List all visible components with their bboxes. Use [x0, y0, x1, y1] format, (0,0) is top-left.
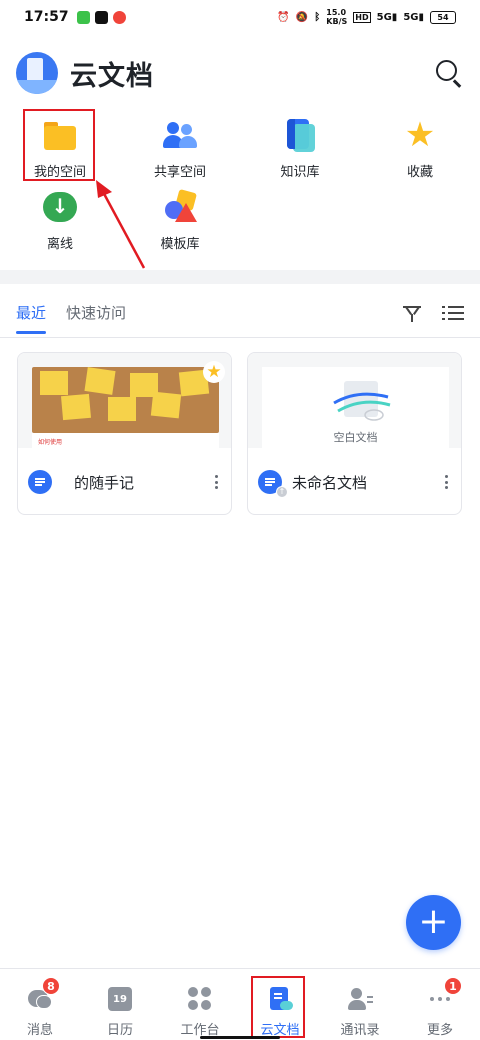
doc-type-icon — [28, 470, 52, 494]
upload-pending-icon: ↑ — [276, 486, 288, 498]
blank-doc-preview: 空白文档 — [262, 367, 449, 448]
card-footer: 的随手记 — [18, 448, 231, 514]
nav-label: 消息 — [26, 1023, 53, 1038]
nav-contacts[interactable]: 通讯录 — [320, 969, 400, 1040]
doc-card[interactable]: 空白文档 ↑ 未命名文档 — [247, 352, 462, 515]
nav-label: 日历 — [106, 1023, 133, 1038]
nav-messages[interactable]: 8 消息 — [0, 969, 80, 1040]
sticky-notes-image — [32, 367, 219, 433]
contacts-icon — [348, 987, 373, 1011]
tab-quick-access[interactable]: 快速访问 — [66, 296, 126, 330]
annotation-arrow — [96, 180, 146, 269]
tab-actions — [402, 303, 464, 323]
create-doc-button[interactable]: + — [406, 895, 461, 950]
tab-divider — [0, 337, 480, 338]
doc-thumbnail: 空白文档 — [248, 353, 461, 448]
annotation-nav-highlight — [251, 976, 305, 1038]
nav-calendar[interactable]: 19 日历 — [80, 969, 160, 1040]
doc-card[interactable]: 如何使用 ★ 的随手记 — [17, 352, 232, 515]
card-footer: ↑ 未命名文档 — [248, 448, 461, 514]
more-options-icon[interactable] — [439, 472, 453, 492]
tab-recent[interactable]: 最近 — [16, 296, 47, 334]
nav-more[interactable]: 1 更多 — [400, 969, 480, 1040]
favorite-star-icon: ★ — [203, 361, 225, 383]
more-options-icon[interactable] — [209, 472, 223, 492]
doc-thumbnail: 如何使用 ★ — [18, 353, 231, 448]
list-view-icon[interactable] — [442, 303, 464, 323]
home-indicator — [200, 1036, 280, 1039]
workbench-icon — [188, 987, 212, 1011]
nav-workbench[interactable]: 工作台 — [160, 969, 240, 1040]
doc-name: 未命名文档 — [292, 473, 368, 492]
calendar-icon: 19 — [108, 987, 132, 1011]
bottom-nav: 8 消息 19 日历 工作台 云文档 通讯录 1 更多 — [0, 968, 480, 1040]
filter-icon[interactable] — [402, 303, 422, 323]
blank-doc-illustration — [333, 381, 391, 421]
thumb-caption: 如何使用 — [32, 433, 219, 448]
thumb-caption: 空白文档 — [333, 431, 378, 444]
doc-name: 的随手记 — [74, 473, 135, 492]
nav-label: 通讯录 — [340, 1023, 380, 1038]
doc-tabs: 最近 快速访问 — [16, 296, 464, 334]
unread-badge: 8 — [42, 977, 60, 995]
unread-badge: 1 — [444, 977, 462, 995]
nav-label: 更多 — [426, 1023, 453, 1038]
plus-icon: + — [418, 901, 449, 942]
section-divider — [0, 270, 480, 284]
doc-type-icon: ↑ — [258, 470, 288, 498]
